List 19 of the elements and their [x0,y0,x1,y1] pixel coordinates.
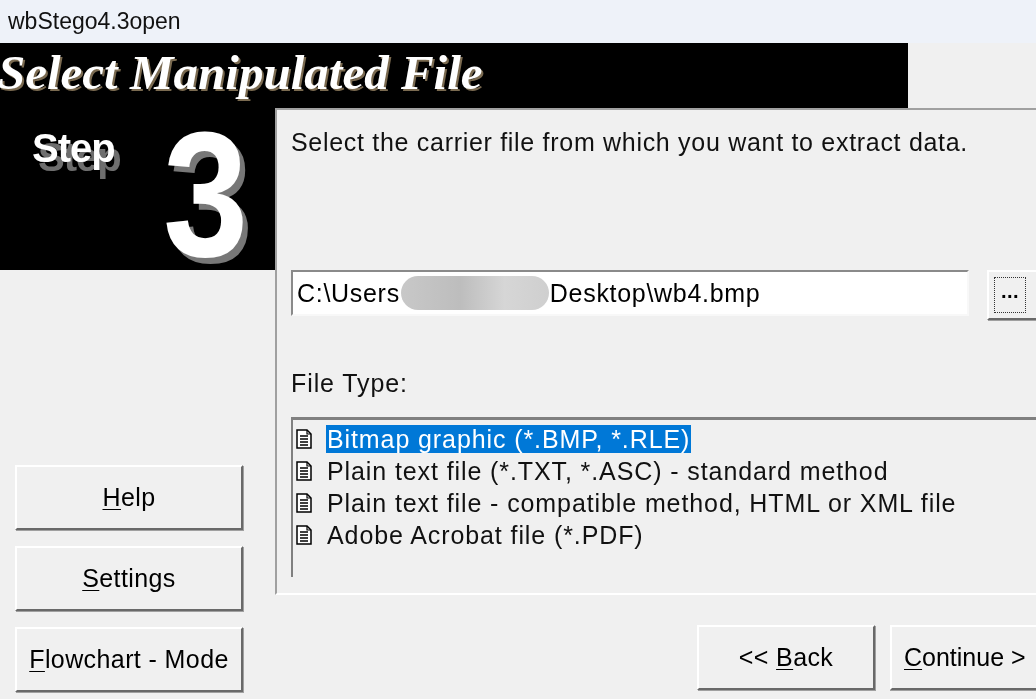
window-title: wbStego4.3open [8,8,181,35]
file-type-item[interactable]: Bitmap graphic (*.BMP, *.RLE) [326,425,692,453]
path-field[interactable]: C:\Users Desktop\wb4.bmp [291,270,969,316]
side-button[interactable]: Help [15,465,243,530]
document-icon [296,461,312,481]
file-type-label: File Type: [291,369,409,397]
side-button[interactable]: Flowchart - Mode [15,627,243,692]
file-type-item[interactable]: Plain text file (*.TXT, *.ASC) - standard method [326,457,890,485]
document-icon [296,429,312,449]
file-type-item[interactable]: Adobe Acrobat file (*.PDF) [326,521,645,549]
document-icon [296,493,312,513]
file-type-item[interactable]: Plain text file - compatible method, HTML or XML file [326,489,958,517]
instruction-text: Select the carrier file from which you want to extract data. [291,128,969,156]
step-number: 3 [162,121,248,269]
document-icon [296,525,312,545]
back-button[interactable]: << Back [697,625,875,690]
continue-button[interactable]: Continue > [890,625,1036,690]
browse-button[interactable]: ... [987,270,1036,320]
side-button[interactable]: Settings [15,546,243,611]
